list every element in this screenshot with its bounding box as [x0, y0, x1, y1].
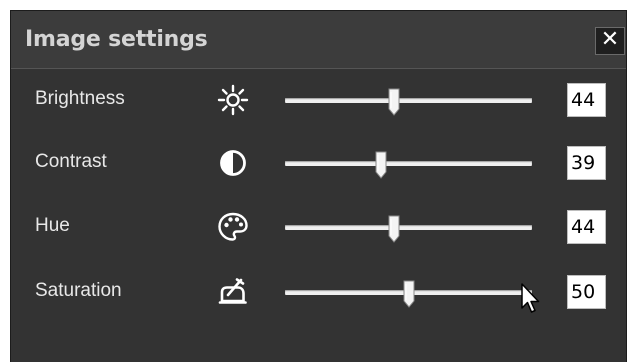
brightness-slider[interactable] [285, 88, 532, 116]
setting-row-brightness: Brightness 44 [11, 78, 628, 124]
saturation-slider[interactable] [285, 280, 532, 308]
contrast-slider[interactable] [285, 151, 532, 179]
slider-track[interactable] [285, 98, 532, 103]
hue-slider[interactable] [285, 215, 532, 243]
slider-track[interactable] [285, 225, 532, 230]
close-button[interactable]: ✕ [595, 27, 625, 55]
slider-thumb[interactable] [388, 88, 400, 116]
sun-icon [216, 83, 250, 117]
slider-thumb[interactable] [388, 215, 400, 243]
title-bar: Image settings ✕ [11, 11, 626, 69]
contrast-label: Contrast [35, 151, 107, 172]
contrast-icon [216, 146, 250, 180]
setting-row-hue: Hue 44 [11, 205, 628, 251]
brightness-label: Brightness [35, 88, 125, 109]
hue-label: Hue [35, 215, 70, 236]
slider-thumb[interactable] [375, 151, 387, 179]
brightness-value-field[interactable]: 44 [567, 83, 606, 117]
saturation-icon [216, 275, 250, 309]
saturation-value-field[interactable]: 50 [567, 275, 606, 309]
setting-row-contrast: Contrast 39 [11, 141, 628, 187]
palette-icon [216, 210, 250, 244]
arrow-cursor-icon [520, 282, 540, 316]
slider-thumb[interactable] [403, 280, 415, 308]
slider-track[interactable] [285, 161, 532, 166]
dialog-title: Image settings [25, 27, 208, 52]
saturation-label: Saturation [35, 280, 122, 301]
contrast-value-field[interactable]: 39 [567, 146, 606, 180]
hue-value-field[interactable]: 44 [567, 210, 606, 244]
